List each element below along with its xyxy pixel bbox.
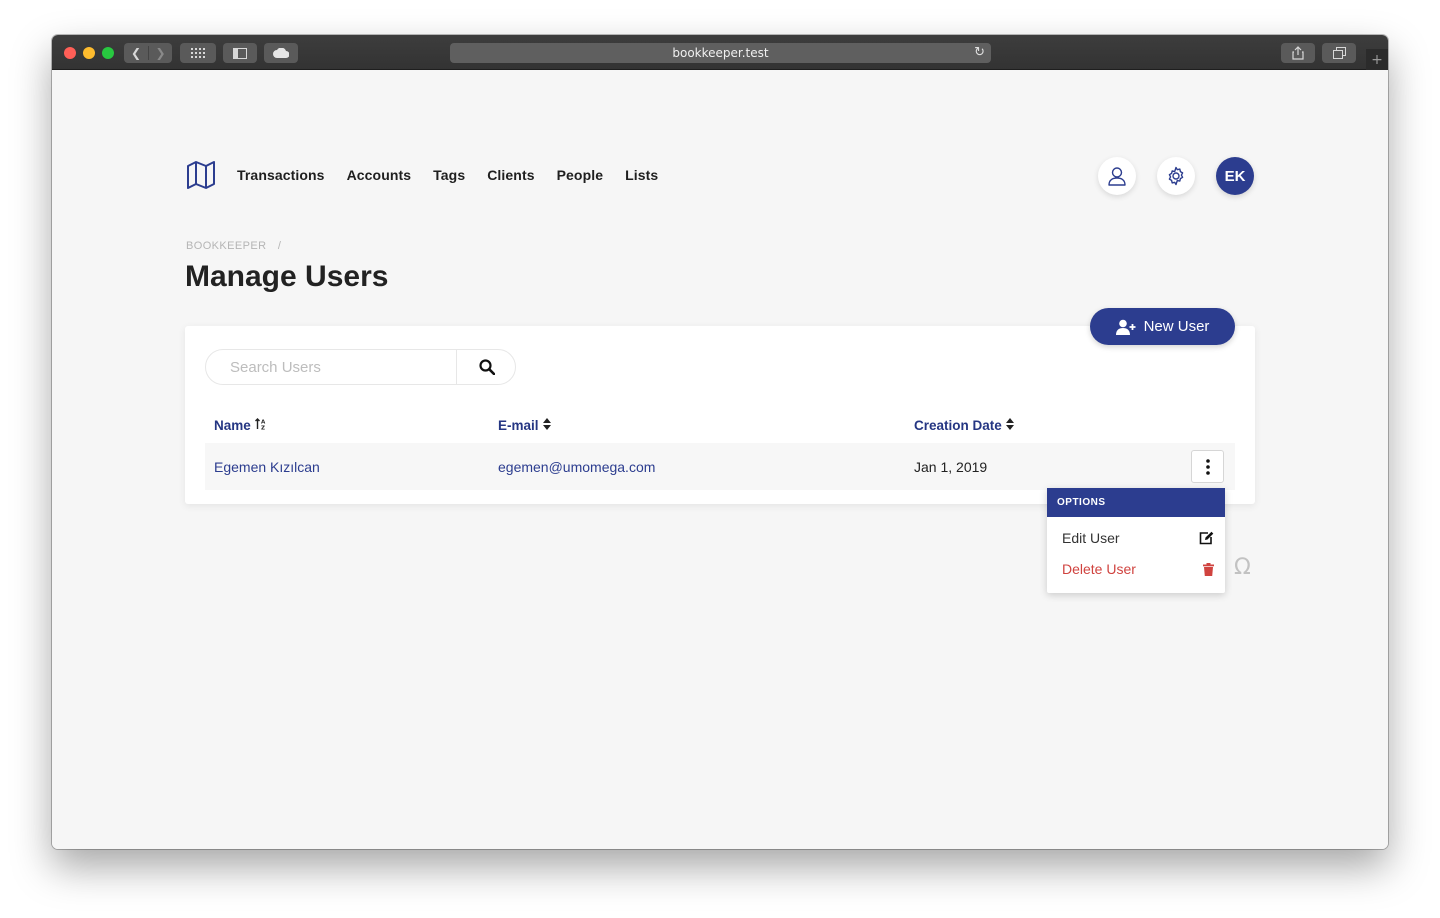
column-header-creation-date[interactable]: Creation Date xyxy=(914,418,1014,433)
new-user-label: New User xyxy=(1143,318,1210,335)
new-tab-button[interactable]: + xyxy=(1366,49,1388,70)
options-dropdown: OPTIONS Edit User Delete User xyxy=(1047,488,1225,593)
kebab-menu-icon xyxy=(1205,458,1210,475)
main-nav: Transactions Accounts Tags Clients Peopl… xyxy=(237,167,658,183)
row-options-button[interactable] xyxy=(1191,450,1224,483)
address-bar[interactable]: bookkeeper.test ↻ xyxy=(450,43,991,63)
sort-icon xyxy=(542,418,551,433)
column-header-email[interactable]: E-mail xyxy=(498,418,551,433)
omega-icon[interactable]: Ω xyxy=(1234,555,1251,580)
close-window-button[interactable] xyxy=(64,47,76,59)
users-card: Name AZ E-mail Creation Date Egemen Kızı… xyxy=(185,326,1255,504)
minimize-window-button[interactable] xyxy=(83,47,95,59)
user-creation-date: Jan 1, 2019 xyxy=(914,459,988,475)
page-content: Transactions Accounts Tags Clients Peopl… xyxy=(52,70,1388,849)
icloud-tabs-icon[interactable] xyxy=(264,43,298,63)
back-icon[interactable]: ❮ xyxy=(124,46,148,60)
search-input[interactable] xyxy=(206,350,456,384)
nav-lists[interactable]: Lists xyxy=(625,167,658,183)
nav-transactions[interactable]: Transactions xyxy=(237,167,325,183)
share-icon[interactable] xyxy=(1281,43,1315,63)
column-header-name[interactable]: Name AZ xyxy=(214,418,267,433)
edit-user-menu-item[interactable]: Edit User xyxy=(1062,530,1214,546)
user-icon xyxy=(1108,167,1126,186)
grid-icon[interactable] xyxy=(180,43,216,63)
sidebar-toggle-icon[interactable] xyxy=(223,43,257,63)
settings-button[interactable] xyxy=(1157,157,1195,195)
user-name-link[interactable]: Egemen Kızılcan xyxy=(214,459,320,475)
nav-people[interactable]: People xyxy=(557,167,604,183)
gear-icon xyxy=(1168,166,1184,186)
user-plus-icon xyxy=(1115,319,1136,335)
delete-user-menu-item[interactable]: Delete User xyxy=(1062,561,1214,577)
new-user-button[interactable]: New User xyxy=(1090,308,1235,345)
sort-icon xyxy=(1005,418,1014,433)
breadcrumb-root[interactable]: BOOKKEEPER xyxy=(186,240,266,252)
options-dropdown-title: OPTIONS xyxy=(1047,488,1225,517)
tabs-overview-icon[interactable] xyxy=(1322,43,1356,63)
delete-user-label: Delete User xyxy=(1062,561,1136,577)
history-nav: ❮ ❯ xyxy=(124,43,172,63)
search-button[interactable] xyxy=(456,350,516,384)
column-header-email-label: E-mail xyxy=(498,418,539,433)
breadcrumb-separator: / xyxy=(277,240,282,252)
breadcrumb: BOOKKEEPER / xyxy=(186,240,281,252)
forward-icon[interactable]: ❯ xyxy=(148,46,172,60)
nav-clients[interactable]: Clients xyxy=(487,167,534,183)
url-text: bookkeeper.test xyxy=(672,46,769,60)
page-title: Manage Users xyxy=(185,260,389,293)
profile-button[interactable] xyxy=(1098,157,1136,195)
nav-tags[interactable]: Tags xyxy=(433,167,465,183)
edit-icon xyxy=(1199,531,1214,545)
avatar[interactable]: EK xyxy=(1216,157,1254,195)
zoom-window-button[interactable] xyxy=(102,47,114,59)
sort-alpha-icon: AZ xyxy=(254,418,267,433)
map-logo-icon[interactable] xyxy=(186,160,216,190)
browser-window: ❮ ❯ bookkeeper.test ↻ + Transactions Acc… xyxy=(52,35,1388,849)
nav-accounts[interactable]: Accounts xyxy=(347,167,412,183)
trash-icon xyxy=(1203,562,1214,576)
browser-titlebar: ❮ ❯ bookkeeper.test ↻ + xyxy=(52,35,1388,70)
user-email-link[interactable]: egemen@umomega.com xyxy=(498,459,655,475)
column-header-name-label: Name xyxy=(214,418,251,433)
table-row: Egemen Kızılcan egemen@umomega.com Jan 1… xyxy=(205,443,1235,490)
search-box xyxy=(205,349,516,385)
search-icon xyxy=(478,359,495,375)
reload-icon[interactable]: ↻ xyxy=(974,45,985,60)
column-header-creation-date-label: Creation Date xyxy=(914,418,1002,433)
edit-user-label: Edit User xyxy=(1062,530,1120,546)
svg-text:Z: Z xyxy=(261,426,265,431)
